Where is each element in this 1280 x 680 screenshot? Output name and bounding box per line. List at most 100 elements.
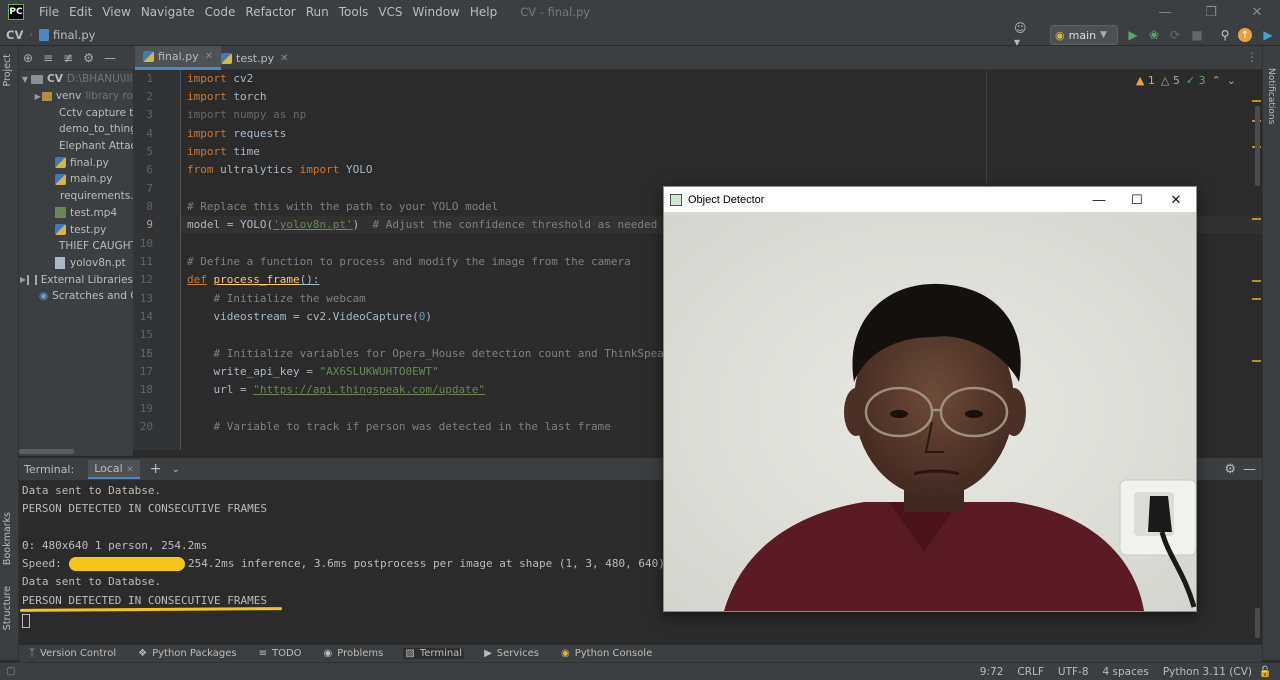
tree-item-file[interactable]: Elephant Attac bbox=[19, 138, 133, 155]
plugin-icon[interactable]: ▶ bbox=[1260, 27, 1276, 43]
folder-icon bbox=[42, 91, 52, 101]
menu-vcs[interactable]: VCS bbox=[373, 5, 407, 19]
line-number: 3 bbox=[146, 108, 153, 121]
tool-services[interactable]: ▶ Services bbox=[482, 648, 541, 659]
tool-terminal[interactable]: ▧ Terminal bbox=[403, 648, 465, 659]
gear-icon[interactable]: ⚙ bbox=[83, 51, 94, 65]
tree-item-file[interactable]: yolov8n.pt bbox=[19, 255, 133, 272]
project-tool-tab[interactable]: Project bbox=[2, 54, 13, 87]
menu-tools[interactable]: Tools bbox=[334, 5, 374, 19]
gear-icon[interactable]: ⚙ bbox=[1224, 462, 1236, 477]
menu-view[interactable]: View bbox=[97, 5, 135, 19]
tree-item-label: THIEF CAUGHT bbox=[59, 240, 133, 253]
vertical-scrollbar[interactable] bbox=[1255, 106, 1260, 186]
notifications-tool-tab[interactable]: Notifications bbox=[1266, 68, 1276, 124]
tree-item-file[interactable]: final.py bbox=[19, 154, 133, 171]
close-tab-icon[interactable]: ✕ bbox=[205, 51, 213, 62]
locate-icon[interactable]: ⊕ bbox=[23, 51, 33, 65]
tool-python-packages[interactable]: ❖ Python Packages bbox=[136, 648, 238, 659]
restore-icon[interactable]: ❐ bbox=[1188, 0, 1234, 24]
tree-item-label: yolov8n.pt bbox=[70, 256, 126, 269]
packages-icon: ❖ bbox=[138, 648, 148, 659]
warning-count: △ 5 bbox=[1160, 74, 1180, 87]
run-icon[interactable]: ▶ bbox=[1125, 27, 1141, 43]
tool-todo[interactable]: ≡ TODO bbox=[257, 648, 304, 659]
line-number: 18 bbox=[139, 383, 153, 396]
chevron-up-icon[interactable]: ⌃ bbox=[1212, 74, 1221, 87]
chevron-down-icon[interactable]: ⌄ bbox=[1227, 74, 1236, 87]
stop-icon[interactable]: ■ bbox=[1189, 27, 1205, 43]
vertical-scrollbar[interactable] bbox=[1255, 608, 1260, 638]
editor-gutter: 1 2 3 4 5 6 7 8 9 10 11 12 13 14 15 15 1… bbox=[133, 70, 181, 450]
tab-test-py[interactable]: test.py ✕ bbox=[213, 46, 297, 70]
lock-icon[interactable]: 🔓 bbox=[1259, 665, 1272, 678]
tree-item-file[interactable]: demo_to_thing bbox=[19, 121, 133, 138]
caret-position[interactable]: 9:72 bbox=[980, 666, 1004, 678]
close-icon[interactable]: ✕ bbox=[1157, 187, 1195, 212]
minimize-icon[interactable]: — bbox=[1080, 187, 1118, 212]
expand-all-icon[interactable]: ≡ bbox=[43, 51, 53, 65]
breadcrumb-file[interactable]: final.py bbox=[33, 28, 102, 42]
tree-item-file[interactable]: test.py bbox=[19, 221, 133, 238]
indent-setting[interactable]: 4 spaces bbox=[1103, 666, 1149, 678]
line-separator[interactable]: CRLF bbox=[1017, 666, 1044, 678]
file-encoding[interactable]: UTF-8 bbox=[1058, 666, 1089, 678]
menu-code[interactable]: Code bbox=[200, 5, 241, 19]
python-interpreter[interactable]: Python 3.11 (CV) bbox=[1163, 666, 1252, 678]
problems-icon: ◉ bbox=[323, 648, 333, 659]
tree-item-file[interactable]: test.mp4 bbox=[19, 205, 133, 222]
maximize-icon[interactable]: ☐ bbox=[1118, 187, 1156, 212]
breadcrumb-project[interactable]: CV bbox=[0, 28, 29, 42]
object-detector-window[interactable]: Object Detector — ☐ ✕ bbox=[663, 186, 1197, 612]
code-line: # Initialize variables for Opera_House d… bbox=[187, 347, 664, 360]
bookmarks-tool-tab[interactable]: Bookmarks bbox=[2, 512, 13, 565]
tree-item-file[interactable]: main.py bbox=[19, 171, 133, 188]
terminal-tab-local[interactable]: Local ✕ bbox=[88, 459, 140, 479]
tree-item-file[interactable]: THIEF CAUGHT bbox=[19, 238, 133, 255]
menu-file[interactable]: File bbox=[34, 5, 64, 19]
chevron-down-icon[interactable]: ⌄ bbox=[172, 464, 180, 475]
hide-icon[interactable]: — bbox=[104, 51, 116, 65]
tree-item-scratches[interactable]: ◉ Scratches and Cor bbox=[19, 288, 133, 305]
menu-window[interactable]: Window bbox=[408, 5, 465, 19]
terminal-line: 254.2ms inference, 3.6ms postprocess per… bbox=[188, 557, 665, 570]
menu-run[interactable]: Run bbox=[301, 5, 334, 19]
tree-item-file[interactable]: Cctv capture th bbox=[19, 104, 133, 121]
line-number: 12 bbox=[139, 273, 153, 286]
tree-root[interactable]: ▼ CV D:\BHANU\III bbox=[19, 71, 133, 88]
tab-final-py[interactable]: final.py ✕ bbox=[135, 46, 222, 70]
tool-problems[interactable]: ◉ Problems bbox=[322, 648, 386, 659]
line-number: 20 bbox=[139, 420, 153, 433]
close-icon[interactable]: ✕ bbox=[1234, 0, 1280, 24]
tree-item-file[interactable]: requirements.t bbox=[19, 188, 133, 205]
structure-tool-tab[interactable]: Structure bbox=[2, 586, 13, 630]
tree-item-venv[interactable]: ▶ venv library ro bbox=[19, 88, 133, 105]
horizontal-scrollbar[interactable] bbox=[19, 449, 74, 454]
menu-refactor[interactable]: Refactor bbox=[240, 5, 300, 19]
menu-navigate[interactable]: Navigate bbox=[136, 5, 200, 19]
layout-icon[interactable]: ▢ bbox=[6, 666, 15, 677]
terminal-tab-label: Local bbox=[94, 461, 123, 475]
more-icon[interactable]: ⋮ bbox=[1246, 50, 1258, 64]
collapse-all-icon[interactable]: ≢ bbox=[63, 51, 73, 65]
tree-item-external-libraries[interactable]: ▶ External Libraries bbox=[19, 271, 133, 288]
update-icon[interactable]: ↑ bbox=[1238, 28, 1252, 42]
close-tab-icon[interactable]: ✕ bbox=[280, 53, 288, 64]
close-tab-icon[interactable]: ✕ bbox=[126, 465, 134, 475]
minimize-icon[interactable]: — bbox=[1142, 0, 1188, 24]
project-panel: ⊕ ≡ ≢ ⚙ — ▼ CV D:\BHANU\III ▶ venv libra… bbox=[19, 46, 133, 456]
menu-edit[interactable]: Edit bbox=[64, 5, 97, 19]
object-detector-titlebar[interactable]: Object Detector — ☐ ✕ bbox=[664, 187, 1196, 212]
tool-python-console[interactable]: ◉ Python Console bbox=[559, 648, 654, 659]
run-config-selector[interactable]: ◉ main ▼ bbox=[1050, 25, 1118, 45]
tool-version-control[interactable]: ᛉ Version Control bbox=[27, 648, 118, 659]
add-terminal-icon[interactable]: + bbox=[150, 461, 162, 477]
user-icon[interactable]: ☺▾ bbox=[1014, 21, 1030, 49]
coverage-icon[interactable]: ⟳ bbox=[1167, 27, 1183, 43]
inspection-widget[interactable]: ▲ 1 △ 5 ✓ 3 ⌃ ⌄ bbox=[1136, 74, 1236, 87]
debug-icon[interactable]: ❀ bbox=[1146, 27, 1162, 43]
search-icon[interactable]: ⚲ bbox=[1217, 27, 1233, 43]
code-line: from ultralytics import YOLO bbox=[187, 163, 373, 176]
menu-help[interactable]: Help bbox=[465, 5, 502, 19]
hide-icon[interactable]: — bbox=[1243, 462, 1256, 477]
